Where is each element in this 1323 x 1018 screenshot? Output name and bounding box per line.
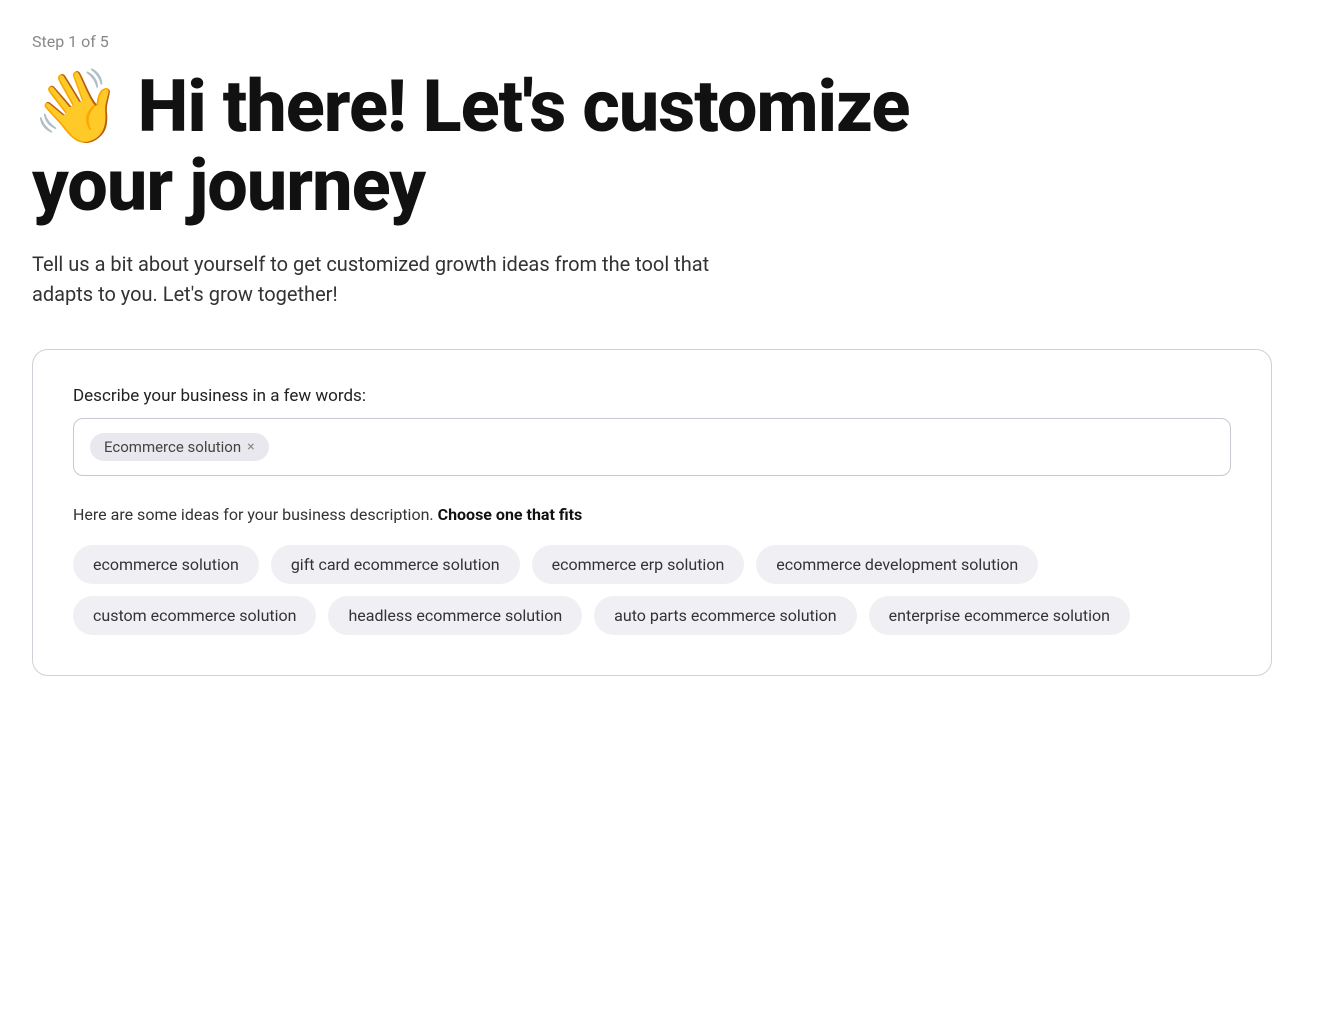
tag-remove-button[interactable]: × — [247, 440, 254, 454]
suggestion-chip[interactable]: headless ecommerce solution — [328, 596, 582, 635]
field-label: Describe your business in a few words: — [73, 386, 1231, 406]
title-line1: Hi there! Let's customize — [138, 64, 910, 149]
suggestion-chip[interactable]: gift card ecommerce solution — [271, 545, 520, 584]
suggestion-chip[interactable]: enterprise ecommerce solution — [869, 596, 1130, 635]
business-description-input[interactable]: Ecommerce solution × — [73, 418, 1231, 476]
form-card: Describe your business in a few words: E… — [32, 349, 1272, 675]
ideas-label-bold: Choose one that fits — [438, 505, 583, 524]
suggestion-chip[interactable]: ecommerce solution — [73, 545, 259, 584]
suggestion-chip[interactable]: ecommerce development solution — [756, 545, 1038, 584]
suggestion-chip[interactable]: auto parts ecommerce solution — [594, 596, 856, 635]
current-tag: Ecommerce solution × — [90, 433, 269, 461]
main-title: 👋 Hi there! Let's customize your journey — [32, 67, 1291, 225]
title-line2: your journey — [32, 143, 425, 228]
ideas-label-plain: Here are some ideas for your business de… — [73, 505, 434, 524]
tag-text: Ecommerce solution — [104, 438, 241, 456]
suggestion-chip[interactable]: ecommerce erp solution — [532, 545, 745, 584]
chips-container: ecommerce solution gift card ecommerce so… — [73, 545, 1231, 635]
ideas-label: Here are some ideas for your business de… — [73, 504, 1231, 526]
step-indicator: Step 1 of 5 — [32, 32, 1291, 51]
subtitle: Tell us a bit about yourself to get cust… — [32, 249, 712, 309]
wave-emoji: 👋 — [32, 64, 121, 149]
suggestion-chip[interactable]: custom ecommerce solution — [73, 596, 316, 635]
